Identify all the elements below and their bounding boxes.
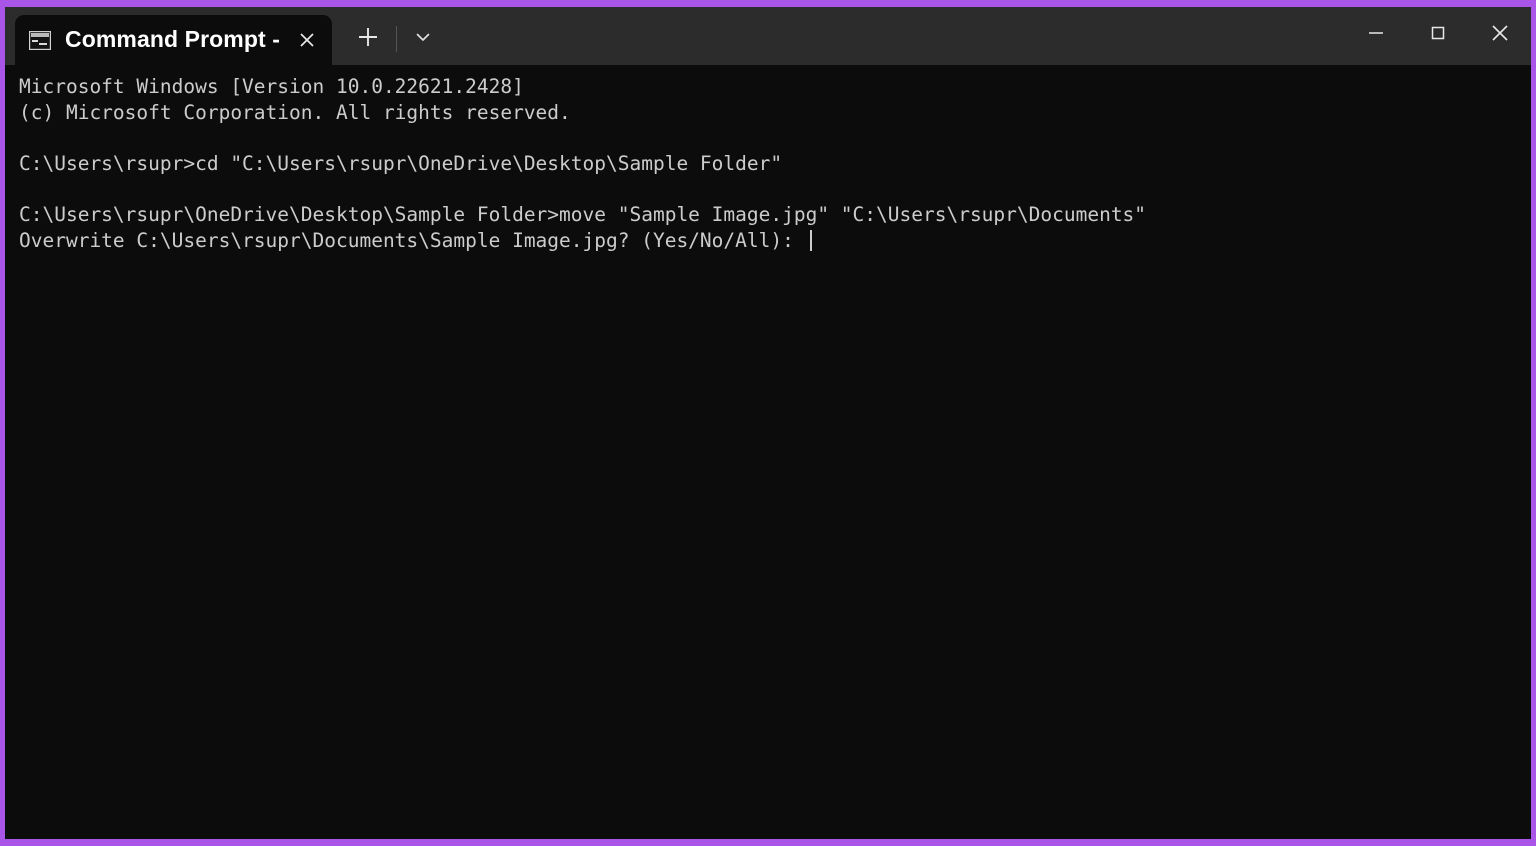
terminal-prompt-line: Overwrite C:\Users\rsupr\Documents\Sampl… bbox=[19, 228, 1531, 254]
terminal-prompt-text: Overwrite C:\Users\rsupr\Documents\Sampl… bbox=[19, 229, 806, 252]
new-tab-button[interactable] bbox=[346, 17, 390, 61]
text-cursor bbox=[810, 230, 812, 251]
tab-command-prompt[interactable]: Command Prompt - bbox=[15, 15, 332, 65]
tab-strip: Command Prompt - bbox=[5, 7, 1345, 65]
tab-close-icon[interactable] bbox=[290, 23, 324, 57]
toolbar-divider bbox=[396, 26, 397, 52]
close-icon bbox=[1488, 21, 1512, 50]
terminal-output[interactable]: Microsoft Windows [Version 10.0.22621.24… bbox=[5, 65, 1531, 839]
terminal-line: C:\Users\rsupr\OneDrive\Desktop\Sample F… bbox=[19, 202, 1531, 228]
close-button[interactable] bbox=[1469, 7, 1531, 63]
maximize-button[interactable] bbox=[1407, 7, 1469, 63]
terminal-line bbox=[19, 125, 1531, 151]
terminal-line: C:\Users\rsupr>cd "C:\Users\rsupr\OneDri… bbox=[19, 151, 1531, 177]
window-controls bbox=[1345, 7, 1531, 65]
console-icon bbox=[29, 31, 51, 50]
minimize-icon bbox=[1365, 22, 1387, 49]
maximize-icon bbox=[1427, 22, 1449, 49]
title-bar: Command Prompt - bbox=[5, 7, 1531, 65]
terminal-line: Microsoft Windows [Version 10.0.22621.24… bbox=[19, 74, 1531, 100]
tab-dropdown-button[interactable] bbox=[403, 17, 443, 61]
plus-icon bbox=[356, 25, 380, 54]
terminal-line: (c) Microsoft Corporation. All rights re… bbox=[19, 100, 1531, 126]
minimize-button[interactable] bbox=[1345, 7, 1407, 63]
command-prompt-window: Command Prompt - bbox=[0, 0, 1536, 846]
terminal-line bbox=[19, 177, 1531, 203]
tab-title: Command Prompt - bbox=[65, 28, 280, 53]
chevron-down-icon bbox=[414, 28, 432, 51]
